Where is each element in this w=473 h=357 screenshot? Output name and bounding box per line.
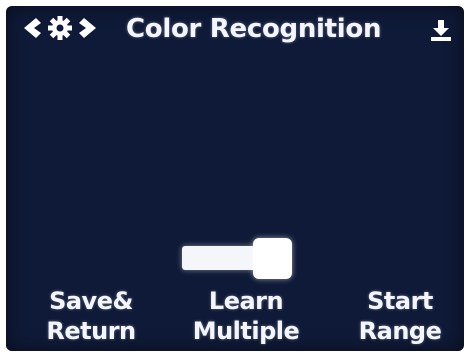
save-return-button[interactable]: Save& Return [36,286,146,348]
value-slider[interactable] [182,233,322,281]
nav-group [22,15,98,41]
page-title: Color Recognition [126,14,382,44]
save-return-line1: Save& [49,287,133,315]
start-range-line2: Range [358,317,442,345]
learn-multiple-button[interactable]: Learn Multiple [186,286,306,348]
chevron-right-icon[interactable] [79,18,96,38]
device-frame: Color Recognition Save& Return Learn Mul… [0,0,473,357]
download-icon[interactable] [430,18,452,42]
screen: Color Recognition Save& Return Learn Mul… [6,6,464,351]
save-return-line2: Return [46,317,136,345]
learn-multiple-line1: Learn [208,287,284,315]
header-bar: Color Recognition [6,6,464,52]
chevron-left-icon[interactable] [24,18,41,38]
start-range-line1: Start [367,287,433,315]
gear-icon[interactable] [48,16,72,40]
start-range-button[interactable]: Start Range [350,286,450,348]
slider-handle[interactable] [253,238,292,279]
learn-multiple-line2: Multiple [192,317,300,345]
